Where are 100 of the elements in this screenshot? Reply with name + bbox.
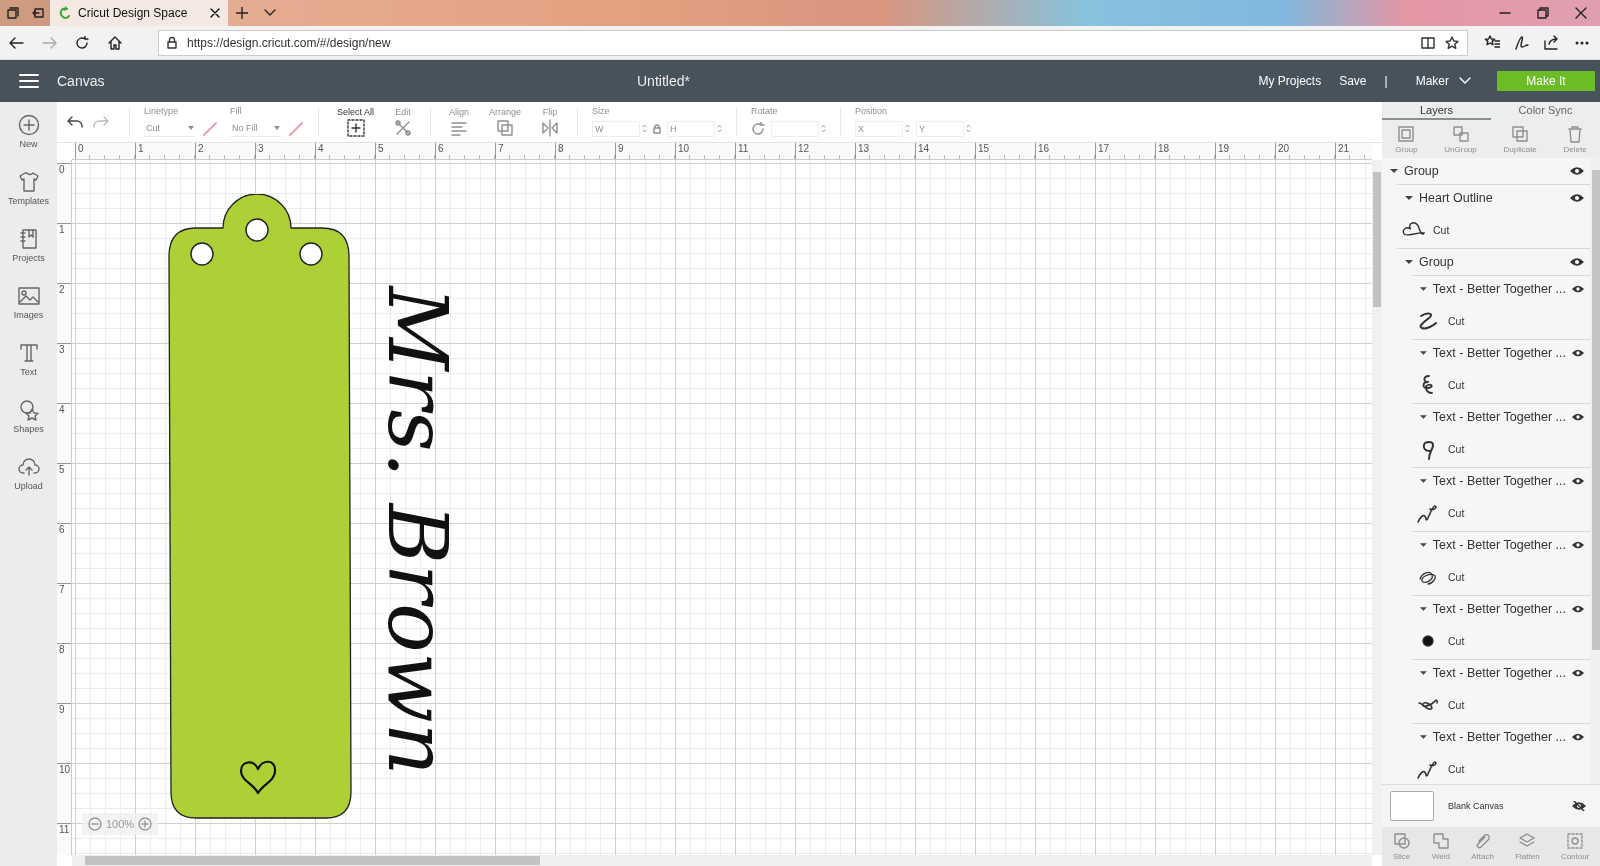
- ruler-number: 3: [57, 343, 71, 403]
- sidebar-item[interactable]: Shapes: [0, 399, 57, 456]
- sidebar-item[interactable]: Projects: [0, 228, 57, 285]
- caret-icon[interactable]: [1405, 194, 1413, 202]
- layer-name[interactable]: Text - Better Together ...: [1432, 346, 1566, 360]
- eye-icon[interactable]: [1570, 257, 1584, 267]
- operation-label: Cut: [1448, 698, 1465, 711]
- ruler-number: 5: [57, 463, 71, 523]
- scrollbar-thumb[interactable]: [85, 856, 540, 865]
- eye-icon[interactable]: [1572, 732, 1584, 742]
- favorites-icon[interactable]: [1484, 34, 1500, 51]
- eye-icon[interactable]: [1570, 193, 1584, 203]
- eye-icon[interactable]: [1572, 476, 1584, 486]
- rotate-icon[interactable]: [751, 121, 766, 136]
- set-aside-tabs-icon[interactable]: [31, 7, 44, 19]
- caret-icon[interactable]: [1420, 541, 1427, 549]
- ruler-number: 7: [57, 583, 71, 643]
- ruler-number: 1: [57, 223, 71, 283]
- scrollbar-track[interactable]: [1372, 160, 1382, 855]
- undo-icon[interactable]: [67, 116, 83, 128]
- caret-icon: [188, 126, 194, 130]
- eye-icon[interactable]: [1570, 166, 1584, 176]
- toolbar-label: Size: [592, 105, 611, 116]
- layer-name[interactable]: Text - Better Together ...: [1432, 474, 1566, 488]
- eye-icon[interactable]: [1572, 604, 1584, 614]
- chevron-down-icon[interactable]: [264, 9, 276, 17]
- layer-name[interactable]: Text - Better Together ...: [1432, 730, 1566, 744]
- header-link[interactable]: My Projects: [1258, 74, 1322, 88]
- back-icon[interactable]: [9, 35, 24, 50]
- ruler-number: 14: [915, 143, 975, 159]
- scrollbar-thumb[interactable]: [1592, 170, 1600, 650]
- close-icon[interactable]: [1575, 7, 1587, 19]
- operation-label: Cut: [1433, 223, 1450, 236]
- caret-icon: [274, 126, 280, 130]
- plus-icon: [17, 114, 40, 136]
- ruler-number: 7: [495, 143, 555, 159]
- layer-name[interactable]: Text - Better Together ...: [1432, 602, 1566, 616]
- notebook-icon: [17, 228, 40, 250]
- sidebar-item[interactable]: Templates: [0, 171, 57, 228]
- caret-icon[interactable]: [1420, 733, 1427, 741]
- scrollbar-track[interactable]: [72, 855, 1372, 866]
- sidebar-item[interactable]: Images: [0, 285, 57, 342]
- layer-name[interactable]: Text - Better Together ...: [1432, 538, 1566, 552]
- home-icon[interactable]: [108, 35, 123, 50]
- tab-manager-icon[interactable]: [6, 7, 19, 19]
- layer-name[interactable]: Heart Outline: [1419, 191, 1564, 205]
- pen-icon[interactable]: [1514, 34, 1530, 51]
- eye-icon[interactable]: [1572, 412, 1584, 422]
- scrollbar-thumb[interactable]: [1373, 172, 1381, 307]
- close-icon[interactable]: [210, 8, 220, 18]
- ruler-number: 11: [57, 823, 71, 855]
- panel-tab[interactable]: Layers: [1382, 102, 1491, 120]
- eye-icon[interactable]: [1572, 540, 1584, 550]
- layer-name[interactable]: Group: [1419, 255, 1564, 269]
- toolbar-button[interactable]: Select All: [333, 107, 379, 137]
- color-swatch-icon[interactable]: [202, 120, 218, 137]
- layer-name[interactable]: Text - Better Together ...: [1432, 666, 1566, 680]
- lock-icon: [653, 123, 662, 134]
- sidebar-item[interactable]: New: [0, 114, 57, 171]
- share-icon[interactable]: [1544, 34, 1560, 51]
- color-swatch-icon[interactable]: [288, 120, 304, 137]
- caret-icon[interactable]: [1420, 349, 1427, 357]
- layer-name[interactable]: Text - Better Together ...: [1432, 410, 1566, 424]
- header-link[interactable]: Save: [1339, 74, 1367, 88]
- align-icon: [450, 119, 469, 137]
- ruler-number: 6: [435, 143, 495, 159]
- ruler-number: 4: [315, 143, 375, 159]
- caret-icon[interactable]: [1420, 413, 1427, 421]
- ungroup-icon: [1451, 124, 1470, 143]
- menu-icon[interactable]: [18, 73, 39, 89]
- ruler-number: 10: [675, 143, 735, 159]
- eye-hidden-icon[interactable]: [1572, 801, 1586, 811]
- eye-icon[interactable]: [1572, 668, 1584, 678]
- machine-dropdown[interactable]: Maker: [1415, 74, 1471, 88]
- caret-icon[interactable]: [1420, 477, 1427, 485]
- operation-label: Cut: [1448, 762, 1465, 775]
- browser-tab[interactable]: Cricut Design Space: [50, 0, 228, 26]
- lock-icon: [167, 36, 177, 49]
- new-tab-icon[interactable]: [236, 7, 248, 19]
- layer-name[interactable]: Group: [1404, 164, 1564, 178]
- panel-tab[interactable]: Color Sync: [1491, 102, 1600, 120]
- eye-icon[interactable]: [1572, 348, 1584, 358]
- caret-icon[interactable]: [1420, 669, 1427, 677]
- sidebar-item[interactable]: Text: [0, 342, 57, 399]
- address-field[interactable]: https://design.cricut.com/#/design/new: [158, 29, 1468, 56]
- restore-icon[interactable]: [1537, 7, 1549, 19]
- sidebar-item[interactable]: Upload: [0, 456, 57, 513]
- caret-icon[interactable]: [1420, 605, 1427, 613]
- refresh-icon[interactable]: [75, 35, 90, 50]
- canvas-swatch[interactable]: [1390, 791, 1434, 821]
- caret-icon[interactable]: [1390, 167, 1398, 175]
- toolbar-label: Rotate: [751, 105, 779, 116]
- ruler-number: 5: [375, 143, 435, 159]
- caret-icon[interactable]: [1420, 285, 1427, 293]
- star-icon[interactable]: [1445, 35, 1459, 50]
- layer-name[interactable]: Text - Better Together ...: [1432, 282, 1566, 296]
- eye-icon[interactable]: [1572, 284, 1584, 294]
- reading-view-icon[interactable]: [1421, 36, 1435, 49]
- caret-icon[interactable]: [1405, 258, 1413, 266]
- tshirt-icon: [17, 171, 40, 193]
